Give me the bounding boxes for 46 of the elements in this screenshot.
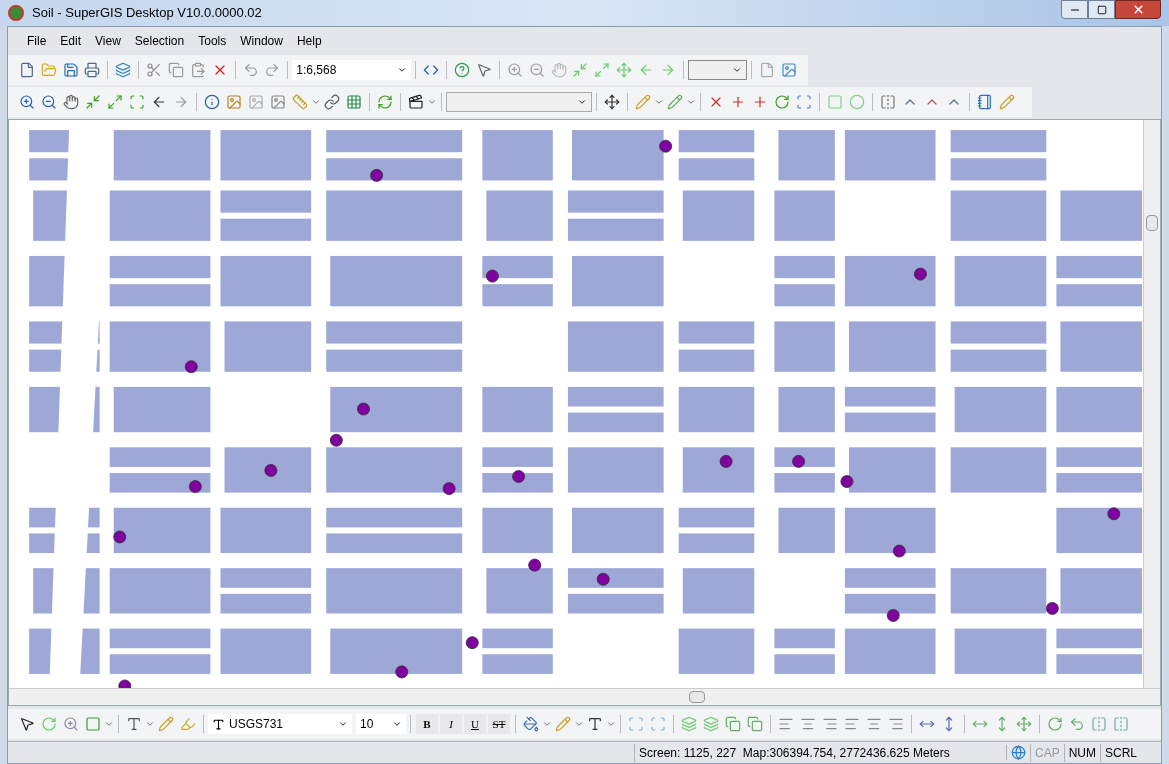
dropdown-caret-icon[interactable] [686,97,696,107]
caret-icon [732,65,743,75]
dropdown-caret-icon[interactable] [104,719,114,729]
status-indicator: NUM [1063,743,1100,762]
coordinates-text: Screen: 1125, 227 Map:306394.754, 2772436.625 Meters [633,743,1006,762]
dropdown-caret-icon[interactable] [654,97,664,107]
scale-field[interactable]: 1:6,568 [292,60,412,80]
menu-item[interactable]: Help [289,32,329,50]
caret-icon [338,719,348,729]
text-style-button[interactable]: ST [488,714,510,734]
font-icon [212,717,225,731]
status-indicator: CAP [1029,743,1064,762]
dropdown-field[interactable] [446,92,592,112]
caret-icon [397,65,408,75]
dropdown-caret-icon[interactable] [606,719,616,729]
vertical-scrollbar[interactable] [1143,120,1160,688]
window-title: Soil - SuperGIS Desktop V10.0.0000.02 [32,4,263,23]
text-style-button[interactable]: U [464,714,486,734]
caret-icon [392,719,402,729]
dropdown-caret-icon[interactable] [542,719,552,729]
menu-item[interactable]: File [20,32,54,50]
dropdown-caret-icon[interactable] [574,719,584,729]
dropdown-field[interactable] [687,60,748,80]
menu-item[interactable]: Window [233,32,290,50]
close-icon [1131,3,1145,16]
text-style-button[interactable]: B [416,714,438,734]
menu-item[interactable]: Edit [53,32,89,50]
dropdown-caret-icon[interactable] [145,719,155,729]
status-indicator: SCRL [1100,743,1141,762]
horizontal-scrollbar[interactable] [9,688,1160,705]
caret-icon [577,97,587,107]
close-button[interactable] [1115,0,1161,19]
dropdown-caret-icon[interactable] [311,97,321,107]
font-field[interactable]: USGS731 [208,714,352,734]
maximize-button[interactable] [1088,0,1115,19]
app-icon [8,5,24,21]
minimize-button[interactable] [1061,0,1088,19]
menu-item[interactable]: Tools [191,32,234,50]
text-style-button[interactable]: I [440,714,462,734]
scroll-thumb[interactable] [689,691,705,703]
menu-item[interactable]: View [88,32,128,50]
scroll-thumb[interactable] [1146,215,1158,231]
font-size-field[interactable]: 10 [356,714,406,734]
menu-item[interactable]: Selection [127,32,192,50]
dropdown-caret-icon[interactable] [427,97,437,107]
maximize-icon [1096,4,1107,15]
